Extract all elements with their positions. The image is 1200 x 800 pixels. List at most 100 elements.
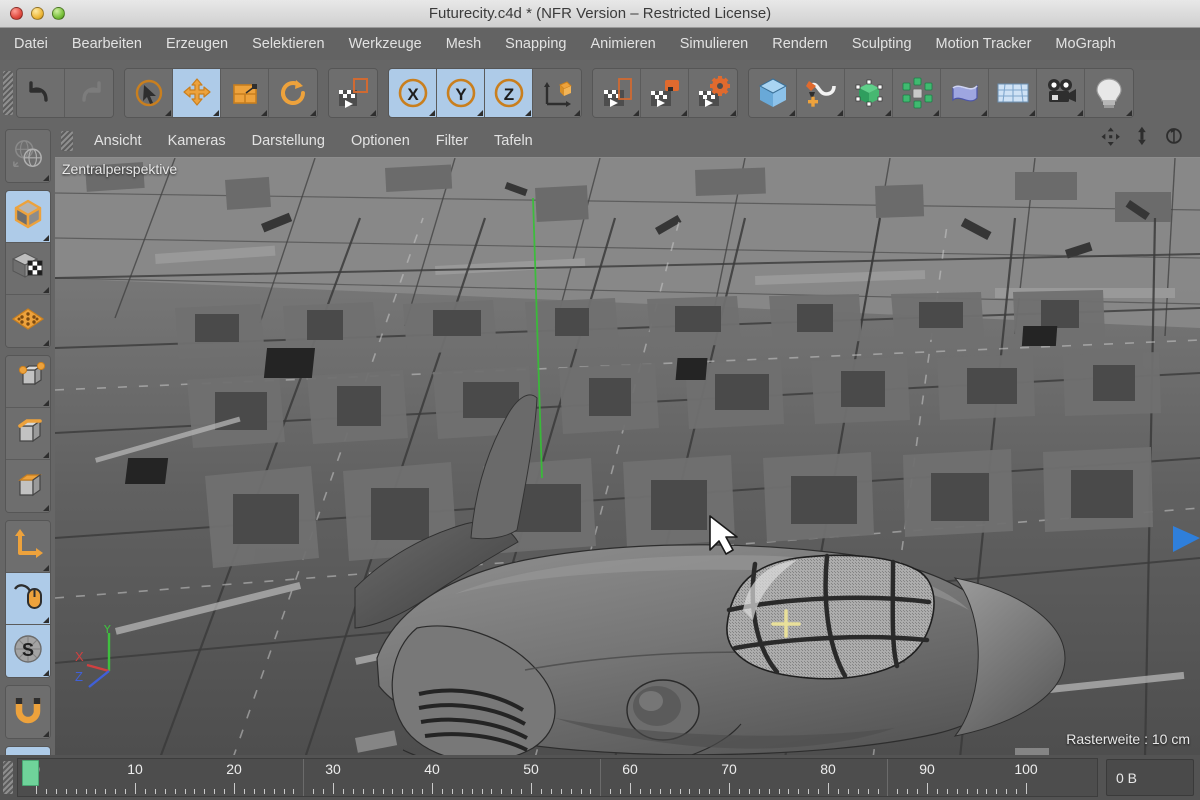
timeline-tick — [471, 789, 473, 794]
svg-text:X: X — [407, 85, 419, 104]
timeline-grip[interactable] — [3, 761, 13, 794]
coordinate-system-button[interactable] — [533, 68, 581, 117]
timeline-tick — [461, 789, 463, 794]
menu-selektieren[interactable]: Selektieren — [240, 28, 337, 60]
menu-snapping[interactable]: Snapping — [493, 28, 578, 60]
menu-sculpting[interactable]: Sculpting — [840, 28, 924, 60]
floor-environment-button[interactable] — [989, 68, 1037, 117]
menu-erzeugen[interactable]: Erzeugen — [154, 28, 240, 60]
viewport-menu-ansicht[interactable]: Ansicht — [81, 125, 155, 157]
left-toolbar: S — [0, 125, 55, 800]
menu-bearbeiten[interactable]: Bearbeiten — [60, 28, 154, 60]
deformer-button[interactable] — [941, 68, 989, 117]
timeline-tick — [194, 789, 196, 794]
timeline-tick — [135, 783, 136, 794]
timeline-tick — [659, 789, 661, 794]
viewport-menu-optionen[interactable]: Optionen — [338, 125, 423, 157]
axis-z-icon: Z — [492, 76, 526, 110]
timeline-mark-10: 10 — [127, 761, 143, 777]
light-button[interactable] — [1085, 68, 1133, 117]
timeline-tick — [867, 789, 869, 794]
model-mode-button[interactable] — [5, 191, 50, 243]
axis-z-button[interactable]: Z — [485, 68, 533, 117]
timeline-tick — [966, 789, 968, 794]
menu-bar: Datei Bearbeiten Erzeugen Selektieren Werkze… — [0, 28, 1200, 60]
render-settings-button[interactable] — [689, 68, 737, 117]
undo-button[interactable] — [17, 68, 65, 117]
camera-button[interactable] — [1037, 68, 1085, 117]
points-mode-button[interactable] — [5, 356, 50, 408]
viewport-menu-tafeln[interactable]: Tafeln — [481, 125, 546, 157]
menu-werkzeuge[interactable]: Werkzeuge — [337, 28, 434, 60]
nurbs-generator-button[interactable] — [845, 68, 893, 117]
timeline-tick — [451, 789, 453, 794]
menu-animieren[interactable]: Animieren — [578, 28, 667, 60]
edges-mode-button[interactable] — [5, 408, 50, 460]
viewport-mouse-button[interactable] — [5, 573, 50, 625]
timeline-tick — [976, 789, 978, 794]
rotate-view-icon[interactable] — [1164, 126, 1190, 157]
menu-mograph[interactable]: MoGraph — [1043, 28, 1127, 60]
timeline-tick — [85, 789, 87, 794]
timeline-tick — [95, 789, 97, 794]
pan-view-icon[interactable] — [1100, 126, 1126, 157]
mograph-cloner-button[interactable] — [893, 68, 941, 117]
globe-viewport-icon — [12, 138, 44, 175]
timeline-tick — [679, 789, 681, 794]
viewport-panel: Ansicht Kameras Darstellung Optionen Filter T… — [55, 125, 1200, 755]
render-region-button[interactable] — [329, 68, 377, 117]
timeline-ruler[interactable]: 0102030405060708090100 — [17, 758, 1098, 797]
axis-label-x: X — [75, 649, 84, 664]
menu-datei[interactable]: Datei — [0, 28, 60, 60]
polygons-mode-button[interactable] — [5, 460, 50, 512]
render-to-picture-viewer-button[interactable] — [641, 68, 689, 117]
snap-toggle-button[interactable]: S — [5, 625, 50, 677]
dolly-view-icon[interactable] — [1132, 126, 1158, 157]
axis-lock-group: X Y Z — [388, 67, 582, 118]
timeline-mark-70: 70 — [721, 761, 737, 777]
move-tool-button[interactable] — [173, 68, 221, 117]
toolbar-grip[interactable] — [3, 70, 13, 115]
timeline-mark-40: 40 — [424, 761, 440, 777]
scale-tool-button[interactable] — [221, 68, 269, 117]
timeline-tick — [590, 789, 592, 794]
menu-mesh[interactable]: Mesh — [434, 28, 493, 60]
spline-pen-button[interactable] — [797, 68, 845, 117]
timeline-tick — [1026, 783, 1027, 794]
timeline-tick — [55, 789, 57, 794]
viewport-menu-kameras[interactable]: Kameras — [155, 125, 239, 157]
rotate-tool-button[interactable] — [269, 68, 317, 117]
timeline-tick — [927, 783, 928, 794]
menu-motion-tracker[interactable]: Motion Tracker — [924, 28, 1044, 60]
live-selection-button[interactable] — [125, 68, 173, 117]
mode-group — [4, 190, 51, 348]
timeline-tick — [808, 789, 810, 794]
timeline-tick — [243, 789, 245, 794]
axis-modify-button[interactable] — [5, 521, 50, 573]
render-view-button[interactable] — [593, 68, 641, 117]
timeline-tick — [362, 789, 364, 794]
timeline-tick — [372, 789, 374, 794]
globe-viewport-button[interactable] — [5, 130, 50, 182]
create-group — [748, 67, 1134, 118]
cube-primitive-button[interactable] — [749, 68, 797, 117]
magnet-tool-button[interactable] — [5, 686, 50, 738]
viewport-3d[interactable]: Zentralperspektive Rasterweite : 10 cm Y… — [55, 157, 1200, 755]
timeline-mark-90: 90 — [919, 761, 935, 777]
memory-usage-field[interactable]: 0 B — [1106, 759, 1194, 796]
viewport-menu-filter[interactable]: Filter — [423, 125, 481, 157]
viewport-grip[interactable] — [61, 131, 73, 151]
axis-y-button[interactable]: Y — [437, 68, 485, 117]
timeline-tick — [758, 789, 760, 794]
spline-pen-icon — [804, 76, 838, 110]
workplane-mode-button[interactable] — [5, 295, 50, 347]
viewport-render — [55, 158, 1200, 755]
menu-rendern[interactable]: Rendern — [760, 28, 840, 60]
viewport-menu-darstellung[interactable]: Darstellung — [239, 125, 338, 157]
menu-simulieren[interactable]: Simulieren — [668, 28, 761, 60]
timeline-tick — [847, 789, 849, 794]
timeline-playhead[interactable] — [22, 760, 39, 786]
texture-mode-button[interactable] — [5, 243, 50, 295]
axis-x-button[interactable]: X — [389, 68, 437, 117]
timeline-tick — [115, 789, 117, 794]
